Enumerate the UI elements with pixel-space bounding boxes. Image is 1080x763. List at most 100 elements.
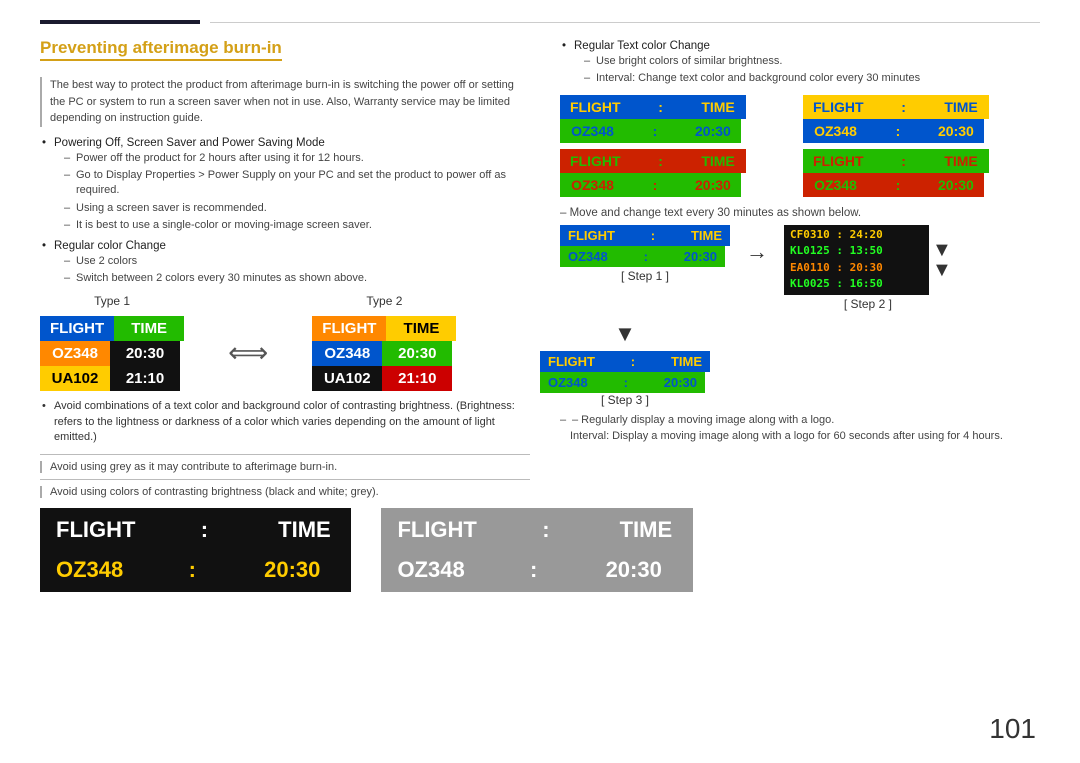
warn2: Avoid using grey as it may contribute to… (40, 461, 530, 473)
bd1-flight: FLIGHT (42, 510, 149, 550)
step1-block: FLIGHT : TIME OZ348 : 20:30 [ Step 1 ] (560, 225, 730, 283)
cc3-flight: FLIGHT (560, 149, 631, 173)
type2-table: FLIGHT TIME OZ348 20:30 UA102 21:10 (312, 316, 456, 391)
cc1-colon2: : (625, 119, 685, 143)
top-line-light (210, 22, 1040, 23)
ft-cell: 20:30 (382, 341, 452, 366)
step-area: FLIGHT : TIME OZ348 : 20:30 [ Step 1 ] → (560, 225, 1040, 311)
top-line (40, 20, 1040, 24)
intro-text: The best way to protect the product from… (40, 77, 530, 127)
right-sub-list: Use bright colors of similar brightness.… (574, 54, 1040, 87)
ft-cell: 21:10 (110, 366, 180, 391)
step3-down-arrow: ▼ (614, 321, 636, 347)
cc3-oz: OZ348 (560, 173, 625, 197)
regularly-note: – Regularly display a moving image along… (560, 413, 1040, 428)
ft-cell: TIME (114, 316, 184, 341)
ft-cell: OZ348 (312, 341, 382, 366)
type2-row2: OZ348 20:30 (312, 341, 456, 366)
type1-row3: UA102 21:10 (40, 366, 184, 391)
sub-power-1: Power off the product for 2 hours after … (64, 151, 530, 166)
cc3-row1: FLIGHT : TIME (560, 149, 797, 173)
sub-color-2: Switch between 2 colors every 30 minutes… (64, 271, 530, 286)
scroll-line2: KL0125 : 13:50 (790, 243, 923, 260)
ft-cell: UA102 (312, 366, 382, 391)
s3-row1: FLIGHT : TIME (540, 351, 710, 372)
s1-time: TIME (683, 225, 730, 246)
step2-scroll-display: CF0310 : 24:20 KL0125 : 13:50 EA0110 : 2… (784, 225, 929, 295)
type1-table: FLIGHT TIME OZ348 20:30 UA102 21:10 (40, 316, 184, 391)
s1-colon: : (623, 225, 683, 246)
arrow-down-2: ▼ (932, 260, 952, 280)
cc3-time: TIME (691, 149, 746, 173)
dash2 (40, 479, 530, 480)
cc3-2030: 20:30 (685, 173, 741, 197)
ft-cell: FLIGHT (40, 316, 114, 341)
arrow-down-1: ▼ (932, 240, 952, 260)
cc1-flight: FLIGHT (560, 95, 631, 119)
cc1-time: TIME (691, 95, 746, 119)
warn3: Avoid using colors of contrasting bright… (40, 486, 530, 498)
sub-power-4: It is best to use a single-color or movi… (64, 218, 530, 233)
color-cell-3: FLIGHT : TIME OZ348 : 20:30 (560, 149, 797, 197)
types-row: Type 1 FLIGHT TIME OZ348 20:30 UA102 21: (40, 294, 530, 391)
regularly-area: – Regularly display a moving image along… (560, 413, 1040, 442)
cc1-row2: OZ348 : 20:30 (560, 119, 797, 143)
bd1-row1: FLIGHT : TIME (42, 510, 349, 550)
step1-label: [ Step 1 ] (621, 269, 669, 283)
top-line-dark (40, 20, 200, 24)
cc2-colon2: : (868, 119, 928, 143)
cc4-oz: OZ348 (803, 173, 868, 197)
s3-oz: OZ348 (540, 372, 596, 393)
page: Preventing afterimage burn-in The best w… (0, 0, 1080, 763)
main-content: Preventing afterimage burn-in The best w… (40, 38, 1040, 596)
ft-cell: 20:30 (110, 341, 180, 366)
cc4-row1: FLIGHT : TIME (803, 149, 1040, 173)
sub-list-color: Use 2 colors Switch between 2 colors eve… (54, 254, 530, 287)
cc2-2030: 20:30 (928, 119, 984, 143)
scroll-line3: EA0110 : 20:30 (790, 260, 923, 277)
color-cell-2: FLIGHT : TIME OZ348 : 20:30 (803, 95, 1040, 143)
cc1-row1: FLIGHT : TIME (560, 95, 797, 119)
sub-power-3: Using a screen saver is recommended. (64, 201, 530, 216)
cc4-flight: FLIGHT (803, 149, 874, 173)
right-column: Regular Text color Change Use bright col… (560, 38, 1040, 596)
step2-scroll-area: CF0310 : 24:20 KL0125 : 13:50 EA0110 : 2… (784, 225, 952, 295)
right-bullet-list: Regular Text color Change Use bright col… (560, 38, 1040, 87)
cc4-time: TIME (934, 149, 989, 173)
section-title: Preventing afterimage burn-in (40, 38, 282, 61)
cc3-row2: OZ348 : 20:30 (560, 173, 797, 197)
type2-row1: FLIGHT TIME (312, 316, 456, 341)
s1-colon2: : (616, 246, 676, 267)
bullet-color: Regular color Change Use 2 colors Switch… (40, 238, 530, 287)
s3-colon: : (603, 351, 663, 372)
step3-label: [ Step 3 ] (601, 393, 649, 407)
left-column: Preventing afterimage burn-in The best w… (40, 38, 530, 596)
cc2-colon: : (874, 95, 934, 119)
cc2-oz: OZ348 (803, 119, 868, 143)
cc3-colon2: : (625, 173, 685, 197)
cc4-colon: : (874, 149, 934, 173)
type2-block: Type 2 FLIGHT TIME OZ348 20:30 UA102 21: (312, 294, 456, 391)
s3-2030: 20:30 (656, 372, 705, 393)
s1-2030: 20:30 (676, 246, 725, 267)
bd2-oz: OZ348 (383, 550, 478, 590)
bd1-oz: OZ348 (42, 550, 137, 590)
cc2-row1: FLIGHT : TIME (803, 95, 1040, 119)
step1-display: FLIGHT : TIME OZ348 : 20:30 (560, 225, 730, 267)
color-grid: FLIGHT : TIME OZ348 : 20:30 FLIGHT : (560, 95, 1040, 197)
page-number: 101 (989, 713, 1036, 745)
bottom-displays: FLIGHT : TIME OZ348 : 20:30 FLIGHT : (40, 508, 530, 592)
s1-row2: OZ348 : 20:30 (560, 246, 730, 267)
ft-cell: 21:10 (382, 366, 452, 391)
ft-cell: TIME (386, 316, 456, 341)
dash1 (40, 454, 530, 455)
type1-block: Type 1 FLIGHT TIME OZ348 20:30 UA102 21: (40, 294, 184, 391)
type1-row1: FLIGHT TIME (40, 316, 184, 341)
ft-cell: UA102 (40, 366, 110, 391)
type-arrow: ⟺ (224, 314, 272, 391)
cc3-colon: : (631, 149, 691, 173)
s3-flight: FLIGHT (540, 351, 603, 372)
color-cell-4: FLIGHT : TIME OZ348 : 20:30 (803, 149, 1040, 197)
type2-label: Type 2 (366, 294, 402, 308)
cc1-oz: OZ348 (560, 119, 625, 143)
